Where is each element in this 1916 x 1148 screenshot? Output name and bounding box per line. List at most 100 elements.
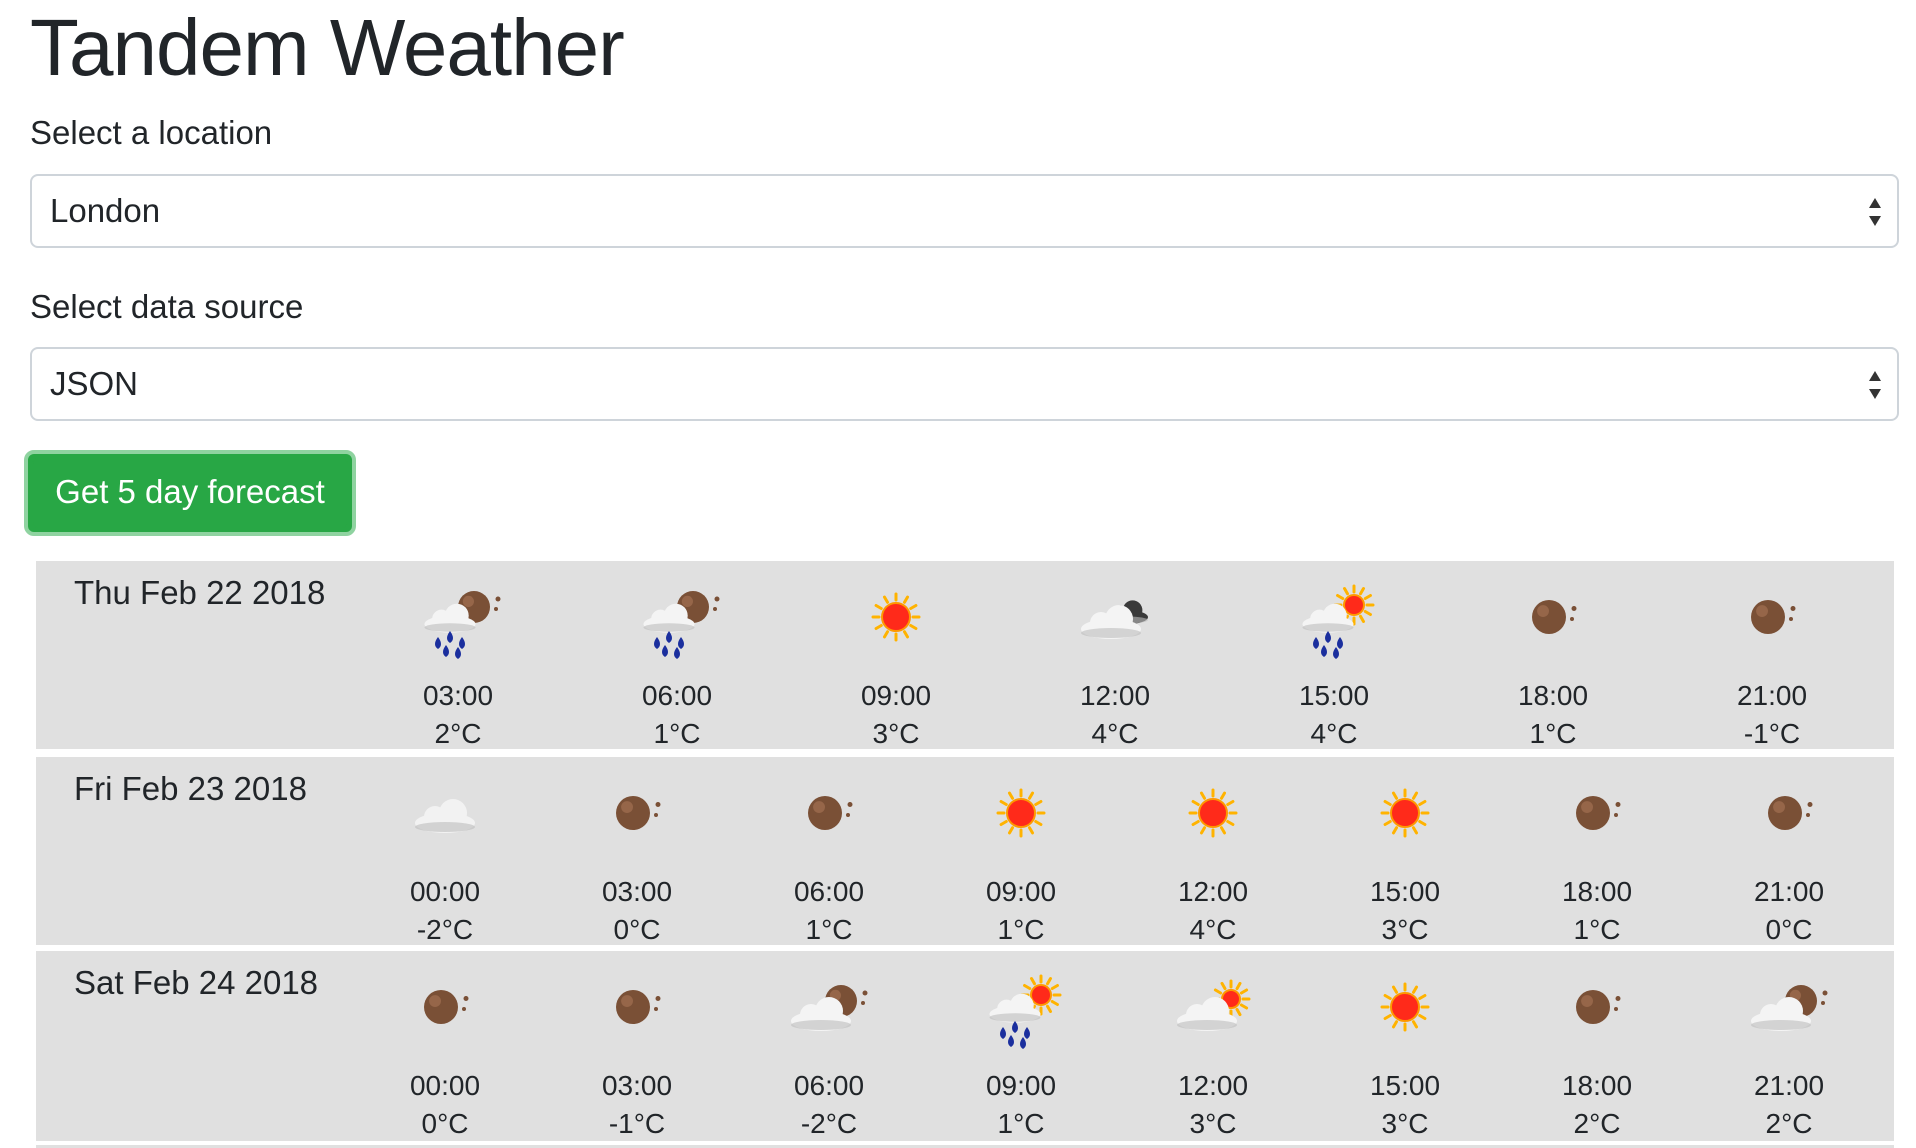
cloud-moon-icon bbox=[1751, 985, 1828, 1031]
forecast-time: 06:00 bbox=[793, 876, 865, 907]
app-title: Tandem Weather bbox=[30, 3, 625, 92]
forecast-time: 03:00 bbox=[601, 876, 673, 907]
forecast-temp: -1°C bbox=[608, 1108, 666, 1139]
forecast-slot: 03:00 2°C bbox=[378, 577, 538, 753]
sun-icon bbox=[1188, 788, 1238, 838]
forecast-time: 12:00 bbox=[1079, 680, 1151, 711]
forecast-slot: 00:00 -2°C bbox=[365, 773, 525, 949]
forecast-time: 09:00 bbox=[985, 1070, 1057, 1101]
cloud-dark-icon bbox=[1081, 600, 1148, 639]
forecast-slot: 18:00 1°C bbox=[1473, 577, 1633, 753]
page: Tandem Weather Select a location London … bbox=[0, 0, 1916, 1148]
forecast-day-row: Thu Feb 22 2018 03:00 2°C 06:00 1°C 09:00 3°… bbox=[36, 561, 1894, 749]
moon-icon bbox=[1768, 796, 1813, 830]
forecast-temp: 2°C bbox=[1765, 1108, 1813, 1139]
forecast-temp: 2°C bbox=[434, 718, 482, 749]
forecast-temp: -2°C bbox=[800, 1108, 858, 1139]
forecast-temp: 0°C bbox=[1765, 914, 1813, 945]
rain-night-icon bbox=[643, 591, 720, 659]
forecast-temp: 3°C bbox=[872, 718, 920, 749]
forecast-slot: 06:00 1°C bbox=[597, 577, 757, 753]
forecast-temp: 4°C bbox=[1091, 718, 1139, 749]
get-forecast-button-label: Get 5 day forecast bbox=[55, 473, 325, 510]
moon-icon bbox=[1532, 600, 1577, 634]
forecast-slot: 03:00 -1°C bbox=[557, 967, 717, 1143]
moon-icon bbox=[424, 990, 469, 1024]
cloud-sun-icon bbox=[1177, 979, 1251, 1031]
forecast-day-label: Thu Feb 22 2018 bbox=[74, 574, 326, 611]
forecast-time: 21:00 bbox=[1753, 1070, 1825, 1101]
select-arrows-icon bbox=[1869, 371, 1881, 399]
forecast-time: 15:00 bbox=[1298, 680, 1370, 711]
forecast-temp: 3°C bbox=[1189, 1108, 1237, 1139]
forecast-time: 15:00 bbox=[1369, 876, 1441, 907]
forecast-time: 15:00 bbox=[1369, 1070, 1441, 1101]
rain-night-icon bbox=[424, 591, 501, 659]
sun-icon bbox=[1380, 982, 1430, 1032]
cloud-icon bbox=[415, 799, 475, 833]
forecast-slot: 09:00 3°C bbox=[816, 577, 976, 753]
forecast-slot: 12:00 4°C bbox=[1035, 577, 1195, 753]
forecast-day-label: Fri Feb 23 2018 bbox=[74, 770, 307, 807]
forecast-slot: 15:00 3°C bbox=[1325, 773, 1485, 949]
forecast-temp: -1°C bbox=[1743, 718, 1801, 749]
forecast-slot: 18:00 2°C bbox=[1517, 967, 1677, 1143]
get-forecast-button[interactable]: Get 5 day forecast bbox=[24, 450, 356, 536]
forecast-day-row: Sat Feb 24 2018 00:00 0°C 03:00 -1°C 06:00… bbox=[36, 951, 1894, 1141]
source-selected-value: JSON bbox=[50, 365, 139, 402]
forecast-temp: 1°C bbox=[653, 718, 701, 749]
forecast-slot: 09:00 1°C bbox=[941, 967, 1101, 1143]
forecast-time: 09:00 bbox=[985, 876, 1057, 907]
forecast-day-row: Fri Feb 23 2018 00:00 -2°C 03:00 0°C 06:00… bbox=[36, 757, 1894, 945]
forecast-temp: 2°C bbox=[1573, 1108, 1621, 1139]
forecast-temp: 1°C bbox=[805, 914, 853, 945]
forecast-temp: -2°C bbox=[416, 914, 474, 945]
forecast-slot: 00:00 0°C bbox=[365, 967, 525, 1143]
forecast-time: 18:00 bbox=[1561, 876, 1633, 907]
forecast-temp: 4°C bbox=[1310, 718, 1358, 749]
forecast-temp: 1°C bbox=[1529, 718, 1577, 749]
forecast-slot: 21:00 2°C bbox=[1709, 967, 1869, 1143]
forecast-temp: 3°C bbox=[1381, 914, 1429, 945]
source-label: Select data source bbox=[30, 288, 304, 325]
moon-icon bbox=[1751, 600, 1796, 634]
rain-sun-icon bbox=[989, 974, 1062, 1049]
forecast-slot: 06:00 1°C bbox=[749, 773, 909, 949]
forecast-time: 06:00 bbox=[793, 1070, 865, 1101]
forecast-temp: 1°C bbox=[997, 1108, 1045, 1139]
moon-icon bbox=[616, 990, 661, 1024]
forecast-slot: 09:00 1°C bbox=[941, 773, 1101, 949]
forecast-temp: 4°C bbox=[1189, 914, 1237, 945]
sun-icon bbox=[871, 592, 921, 642]
forecast-temp: 0°C bbox=[421, 1108, 469, 1139]
forecast-slot: 18:00 1°C bbox=[1517, 773, 1677, 949]
rain-sun-icon bbox=[1302, 584, 1375, 659]
forecast-time: 12:00 bbox=[1177, 876, 1249, 907]
moon-icon bbox=[808, 796, 853, 830]
cloud-moon-icon bbox=[791, 985, 868, 1031]
forecast-slot: 12:00 4°C bbox=[1133, 773, 1293, 949]
forecast-slot: 21:00 0°C bbox=[1709, 773, 1869, 949]
forecast-temp: 0°C bbox=[613, 914, 661, 945]
sun-icon bbox=[1380, 788, 1430, 838]
forecast-time: 18:00 bbox=[1517, 680, 1589, 711]
source-select[interactable]: JSON bbox=[30, 347, 1899, 421]
moon-icon bbox=[1576, 990, 1621, 1024]
forecast-time: 21:00 bbox=[1753, 876, 1825, 907]
forecast-time: 21:00 bbox=[1736, 680, 1808, 711]
location-label: Select a location bbox=[30, 114, 273, 151]
forecast-time: 09:00 bbox=[860, 680, 932, 711]
forecast-day-label: Sat Feb 24 2018 bbox=[74, 964, 319, 1001]
forecast-temp: 1°C bbox=[997, 914, 1045, 945]
forecast-time: 12:00 bbox=[1177, 1070, 1249, 1101]
forecast-slot: 15:00 4°C bbox=[1254, 577, 1414, 753]
forecast-temp: 3°C bbox=[1381, 1108, 1429, 1139]
select-arrows-icon bbox=[1869, 198, 1881, 226]
forecast-slot: 03:00 0°C bbox=[557, 773, 717, 949]
forecast-time: 00:00 bbox=[409, 876, 481, 907]
forecast-slot: 12:00 3°C bbox=[1133, 967, 1293, 1143]
forecast-slot: 15:00 3°C bbox=[1325, 967, 1485, 1143]
forecast-slot: 21:00 -1°C bbox=[1692, 577, 1852, 753]
forecast-slot: 06:00 -2°C bbox=[749, 967, 909, 1143]
location-select[interactable]: London bbox=[30, 174, 1899, 248]
